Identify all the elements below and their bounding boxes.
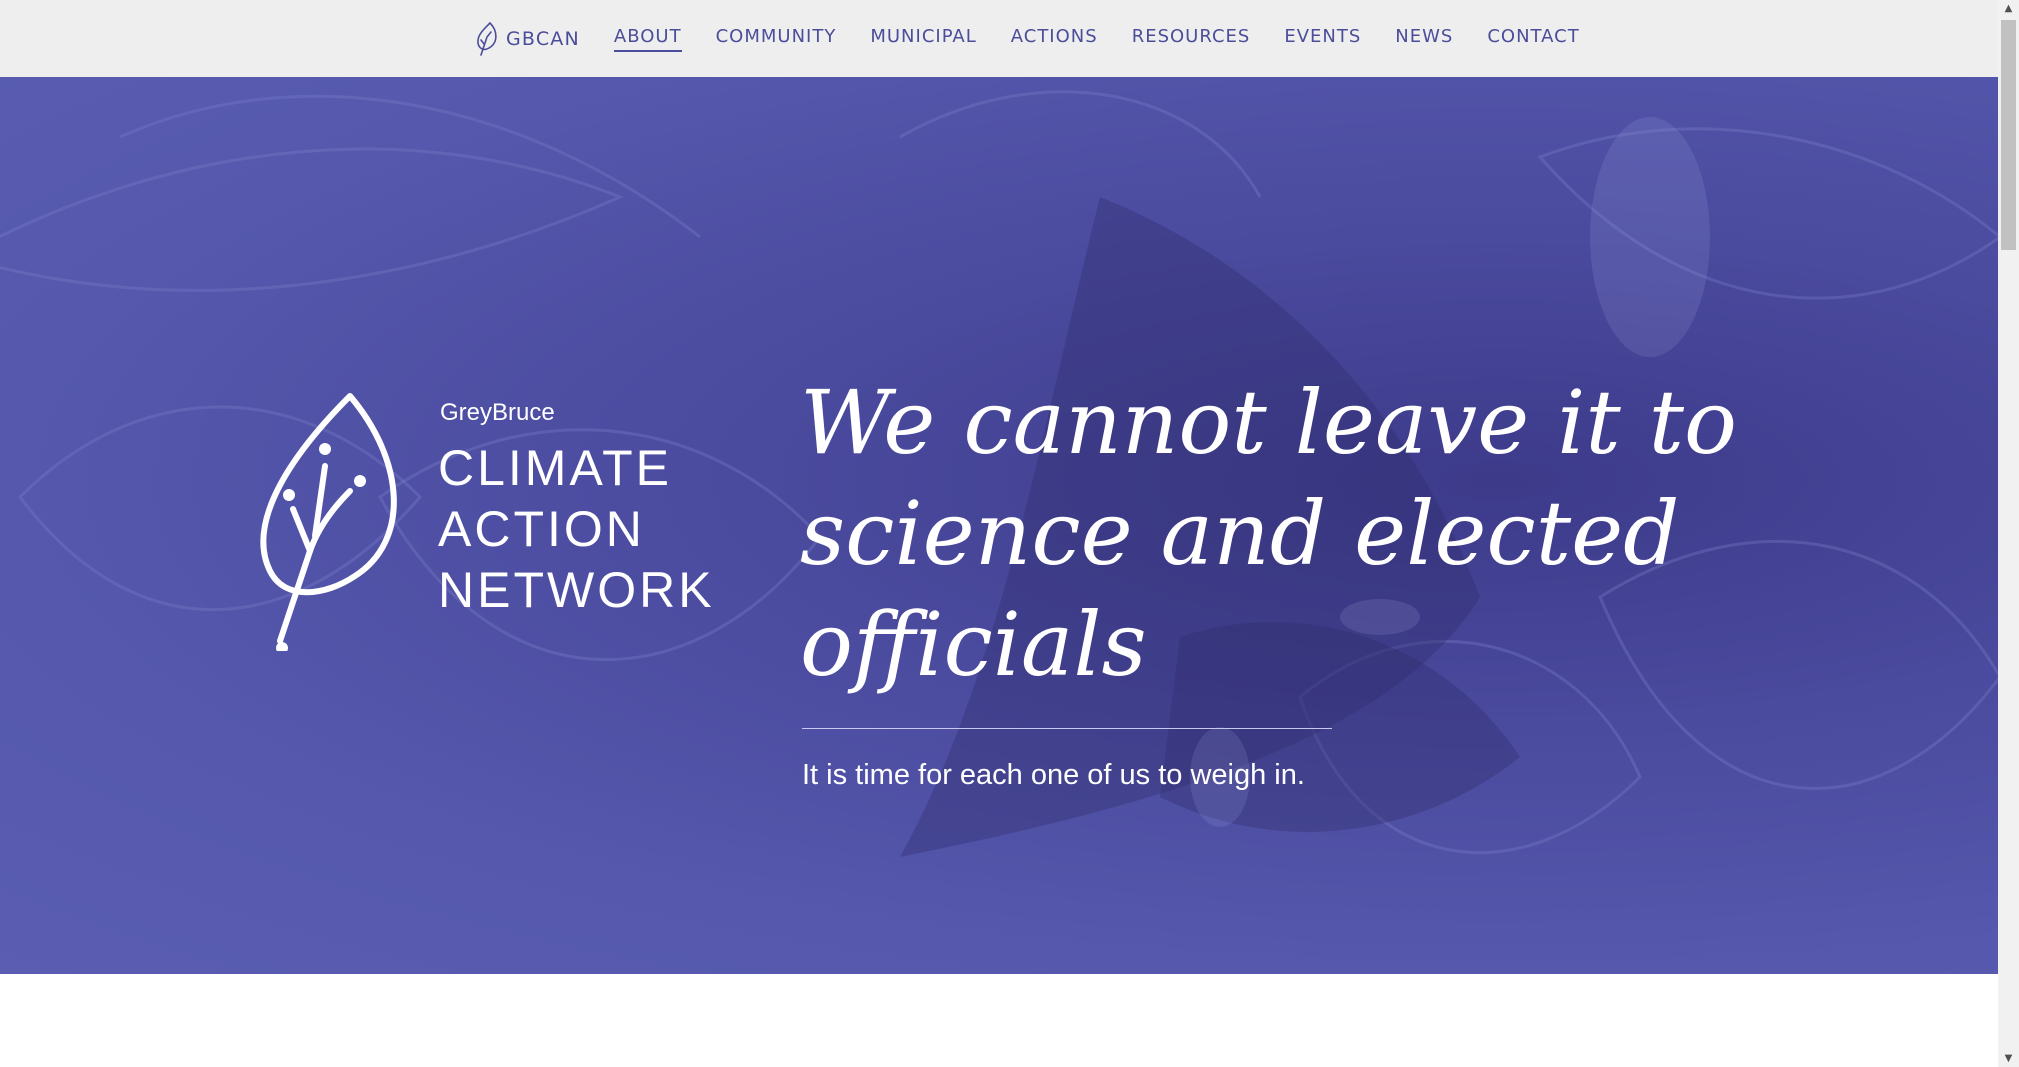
scroll-down-arrow-icon[interactable]: ▼ xyxy=(1998,1050,2019,1067)
nav-news[interactable]: NEWS xyxy=(1395,26,1453,52)
gbcan-logo: GreyBruce CLIMATE ACTION NETWORK xyxy=(255,391,715,731)
leaf-logo-icon xyxy=(260,393,397,651)
nav-community[interactable]: COMMUNITY xyxy=(716,26,837,52)
nav-inner: GBCAN ABOUT COMMUNITY MUNICIPAL ACTIONS … xyxy=(476,0,1580,77)
logo-line-action: ACTION xyxy=(438,501,645,557)
logo-line-network: NETWORK xyxy=(438,562,715,618)
leaf-icon xyxy=(477,21,497,56)
scrollbar-thumb[interactable] xyxy=(2001,20,2016,250)
logo-title: CLIMATE ACTION NETWORK xyxy=(438,438,715,621)
nav-contact[interactable]: CONTACT xyxy=(1487,26,1579,52)
hero-quote: We cannot leave it to science and electe… xyxy=(800,367,1780,700)
scroll-up-arrow-icon[interactable]: ▲ xyxy=(1998,0,2019,17)
nav-events[interactable]: EVENTS xyxy=(1284,26,1361,52)
quote-line-2: science and elected xyxy=(800,482,1680,585)
quote-line-3: officials xyxy=(800,593,1147,696)
quote-divider xyxy=(802,728,1332,729)
logo-line-climate: CLIMATE xyxy=(438,440,672,496)
logo-greybruce: GreyBruce xyxy=(440,399,555,426)
hero-subtext: It is time for each one of us to weigh i… xyxy=(802,759,1305,791)
brand-label: GBCAN xyxy=(506,27,580,50)
vertical-scrollbar[interactable]: ▲ ▼ xyxy=(1998,0,2019,1067)
nav-about[interactable]: ABOUT xyxy=(613,26,682,52)
nav-municipal[interactable]: MUNICIPAL xyxy=(870,26,976,52)
brand-link[interactable]: GBCAN xyxy=(476,21,580,57)
quote-line-1: We cannot leave it to xyxy=(800,371,1738,474)
hero-section: GreyBruce CLIMATE ACTION NETWORK We cann… xyxy=(0,77,1998,974)
top-navigation: GBCAN ABOUT COMMUNITY MUNICIPAL ACTIONS … xyxy=(0,0,1998,77)
nav-actions[interactable]: ACTIONS xyxy=(1011,26,1098,52)
nav-resources[interactable]: RESOURCES xyxy=(1132,26,1251,52)
